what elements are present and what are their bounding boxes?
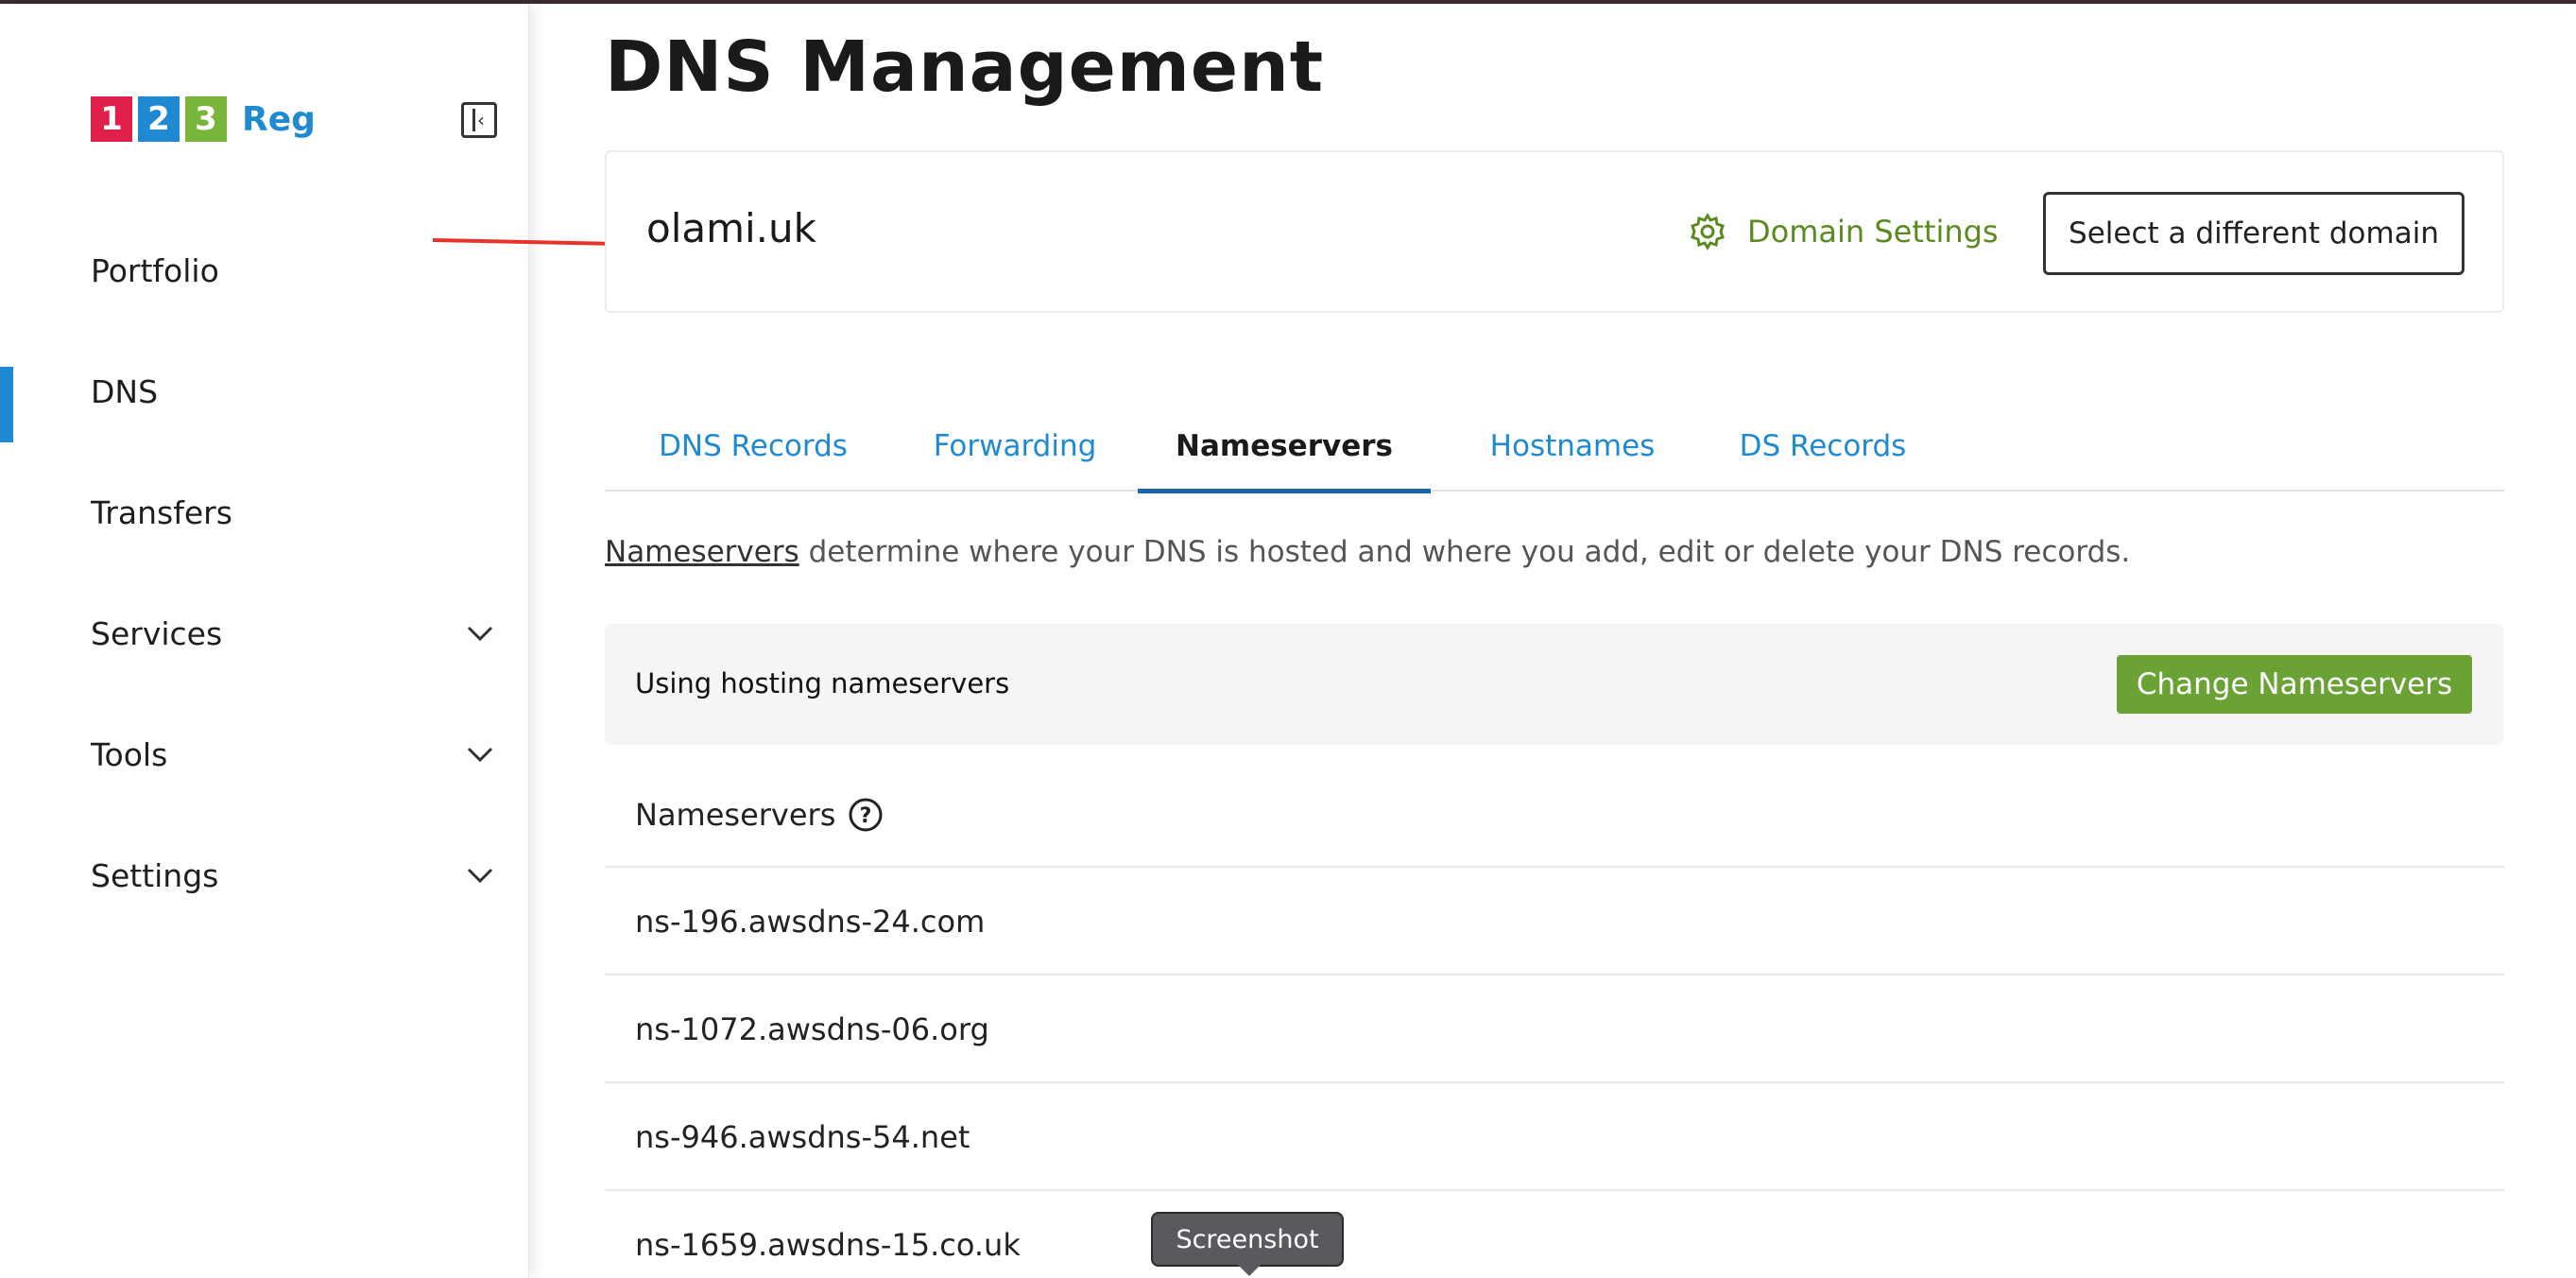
sidebar-item-transfers[interactable]: Transfers [0, 452, 529, 573]
domain-card: olami.uk Domain Settings Select a differ… [605, 150, 2504, 313]
sidebar-item-services[interactable]: Services [0, 573, 529, 694]
domain-settings-label: Domain Settings [1747, 214, 1999, 250]
sidebar-item-label: Portfolio [91, 251, 219, 289]
nameserver-value: ns-1072.awsdns-06.org [635, 1011, 989, 1047]
logo-wordmark: Reg [242, 99, 316, 139]
tab-ds-records[interactable]: DS Records [1726, 401, 1920, 492]
nameservers-help-link[interactable]: Nameservers [605, 535, 799, 569]
sidebar-item-label: Settings [91, 856, 219, 894]
sidebar-item-label: DNS [91, 372, 159, 410]
nameserver-value: ns-1659.awsdns-15.co.uk [635, 1227, 1021, 1263]
nameserver-row: ns-946.awsdns-54.net [605, 1083, 2504, 1191]
sidebar-item-label: Services [91, 614, 223, 652]
tab-dns-records[interactable]: DNS Records [652, 401, 854, 492]
nameservers-header-label: Nameservers [635, 797, 836, 833]
tooltip-tail [1238, 1265, 1261, 1276]
sidebar-item-settings[interactable]: Settings [0, 815, 529, 936]
sidebar-item-tools[interactable]: Tools [0, 694, 529, 815]
sidebar-collapse-icon[interactable]: ‹ [461, 102, 497, 138]
nameserver-value: ns-196.awsdns-24.com [635, 904, 986, 940]
sidebar-item-dns[interactable]: DNS [0, 331, 529, 452]
logo-digit-2: 2 [138, 96, 180, 142]
brand-logo[interactable]: 1 2 3 Reg [91, 96, 316, 142]
chevron-down-icon[interactable] [463, 737, 497, 771]
nameserver-row: ns-1659.awsdns-15.co.uk [605, 1191, 2504, 1278]
description-text: determine where your DNS is hosted and w… [799, 535, 2131, 569]
tab-hostnames[interactable]: Hostnames [1474, 401, 1671, 492]
status-text: Using hosting nameservers [635, 667, 1010, 699]
gear-icon [1691, 213, 1725, 250]
tab-forwarding[interactable]: Forwarding [917, 401, 1113, 492]
change-nameservers-button[interactable]: Change Nameservers [2117, 655, 2472, 714]
logo-digit-1: 1 [91, 96, 132, 142]
chevron-down-icon[interactable] [463, 616, 497, 650]
tab-nameservers[interactable]: Nameservers [1138, 401, 1431, 493]
nameserver-row: ns-196.awsdns-24.com [605, 868, 2504, 976]
logo-digit-3: 3 [185, 96, 227, 142]
domain-settings-link[interactable]: Domain Settings [1689, 213, 1999, 250]
nameserver-value: ns-946.awsdns-54.net [635, 1119, 970, 1155]
sidebar-item-label: Transfers [91, 493, 232, 531]
sidebar: 1 2 3 Reg ‹ Portfolio DNS Transfers Serv… [0, 4, 529, 1278]
svg-text:?: ? [860, 804, 872, 828]
domain-name: olami.uk [646, 205, 816, 251]
screenshot-tooltip: Screenshot [1151, 1212, 1344, 1267]
tab-bar: DNS Records Forwarding Nameservers Hostn… [605, 401, 2504, 493]
page-title: DNS Management [605, 26, 1325, 108]
help-icon[interactable]: ? [847, 796, 884, 834]
nameserver-row: ns-1072.awsdns-06.org [605, 976, 2504, 1083]
sidebar-nav: Portfolio DNS Transfers Services Tools S… [0, 210, 529, 936]
sidebar-item-label: Tools [91, 735, 168, 773]
select-domain-button[interactable]: Select a different domain [2043, 192, 2464, 275]
nameservers-list-header: Nameservers ? [605, 760, 2504, 868]
nameserver-status-bar: Using hosting nameservers Change Nameser… [605, 624, 2504, 745]
nameservers-description: Nameservers determine where your DNS is … [605, 535, 2130, 569]
chevron-down-icon[interactable] [463, 858, 497, 892]
